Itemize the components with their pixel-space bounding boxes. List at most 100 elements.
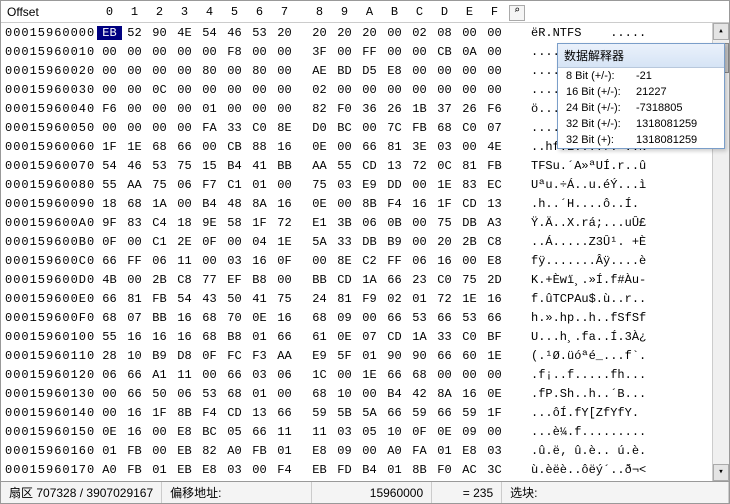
hex-byte[interactable]: 06 [272, 368, 297, 382]
hex-byte[interactable]: 24 [307, 292, 332, 306]
hex-byte[interactable]: C4 [147, 216, 172, 230]
hex-byte[interactable]: 0C [432, 159, 457, 173]
hex-row[interactable]: 0001596009018681A00B4488A160E008BF4161FC… [1, 194, 729, 213]
hex-byte[interactable]: 53 [197, 387, 222, 401]
hex-byte[interactable]: 9F [97, 216, 122, 230]
ascii-cell[interactable]: Uªu.÷Á..u.éÝ...ì [527, 178, 712, 192]
hex-byte[interactable]: 54 [172, 292, 197, 306]
hex-byte[interactable]: CD [222, 406, 247, 420]
hex-byte[interactable]: 00 [197, 140, 222, 154]
hex-byte[interactable]: 00 [122, 64, 147, 78]
hex-byte[interactable]: 11 [307, 425, 332, 439]
ascii-cell[interactable]: ù.èëè..ôëý´..ð¬< [527, 463, 712, 477]
hex-byte[interactable]: 20 [272, 26, 297, 40]
hex-byte[interactable]: 75 [172, 159, 197, 173]
hex-byte[interactable]: 46 [122, 159, 147, 173]
hex-byte[interactable]: 66 [122, 368, 147, 382]
hex-byte[interactable]: 77 [197, 273, 222, 287]
hex-byte[interactable]: 26 [382, 102, 407, 116]
hex-byte[interactable]: AC [457, 463, 482, 477]
hex-byte[interactable]: 01 [247, 387, 272, 401]
hex-byte[interactable]: 55 [332, 159, 357, 173]
hex-byte[interactable]: B4 [197, 197, 222, 211]
hex-row[interactable]: 000159600C066FF06110003160F008EC2FF06160… [1, 251, 729, 270]
hex-byte[interactable]: E8 [307, 444, 332, 458]
hex-byte[interactable]: 66 [272, 330, 297, 344]
hex-byte[interactable]: 00 [382, 83, 407, 97]
hex-byte[interactable]: 75 [457, 273, 482, 287]
hex-byte[interactable]: 00 [432, 64, 457, 78]
ascii-cell[interactable]: ..Á.....Z3Û¹. +È [527, 235, 712, 249]
data-interpreter-panel[interactable]: 数据解释器 8 Bit (+/-):-2116 Bit (+/-):212272… [557, 43, 725, 149]
hex-byte[interactable]: 0E [307, 140, 332, 154]
header-tool[interactable]: ⌕ [507, 3, 527, 21]
hex-byte[interactable]: 0F [197, 349, 222, 363]
hex-byte[interactable]: 00 [332, 45, 357, 59]
hex-byte[interactable]: 00 [457, 368, 482, 382]
hex-byte[interactable]: 0A [457, 45, 482, 59]
hex-byte[interactable]: C2 [357, 254, 382, 268]
hex-byte[interactable]: 75 [432, 216, 457, 230]
hex-byte[interactable]: 00 [407, 178, 432, 192]
hex-byte[interactable]: E8 [172, 425, 197, 439]
hex-byte[interactable]: 42 [407, 387, 432, 401]
hex-byte[interactable]: FA [407, 444, 432, 458]
hex-byte[interactable]: C8 [172, 273, 197, 287]
hex-byte[interactable]: 00 [97, 64, 122, 78]
hex-byte[interactable]: 55 [97, 330, 122, 344]
hex-byte[interactable]: 2B [457, 235, 482, 249]
hex-row[interactable]: 000159601102810B9D80FFCF3AAE95F019090666… [1, 346, 729, 365]
hex-byte[interactable]: 00 [172, 121, 197, 135]
hex-byte[interactable]: 53 [407, 311, 432, 325]
hex-byte[interactable]: 68 [407, 368, 432, 382]
hex-byte[interactable]: 16 [172, 311, 197, 325]
hex-byte[interactable]: BC [332, 121, 357, 135]
hex-byte[interactable]: 02 [307, 83, 332, 97]
hex-byte[interactable]: A0 [97, 463, 122, 477]
hex-byte[interactable]: 58 [222, 216, 247, 230]
hex-byte[interactable]: 1E [457, 292, 482, 306]
hex-byte[interactable]: 00 [97, 45, 122, 59]
hex-byte[interactable]: 68 [307, 311, 332, 325]
hex-byte[interactable]: 00 [272, 64, 297, 78]
hex-byte[interactable]: BC [197, 425, 222, 439]
hex-byte[interactable]: 75 [147, 178, 172, 192]
hex-byte[interactable]: 90 [147, 26, 172, 40]
hex-byte[interactable]: 11 [172, 368, 197, 382]
hex-byte[interactable]: BB [307, 273, 332, 287]
hex-byte[interactable]: 66 [482, 311, 507, 325]
hex-byte[interactable]: 16 [272, 197, 297, 211]
hex-byte[interactable]: 00 [357, 444, 382, 458]
hex-byte[interactable]: A0 [222, 444, 247, 458]
hex-byte[interactable]: EB [97, 26, 122, 40]
hex-byte[interactable]: 60 [457, 349, 482, 363]
hex-byte[interactable]: 00 [332, 83, 357, 97]
hex-row[interactable]: 000159600D04B002BC877EFB800BBCD1A6623C07… [1, 270, 729, 289]
ascii-cell[interactable]: U...h¸.fa..Í.3À¿ [527, 330, 712, 344]
hex-byte[interactable]: 37 [432, 102, 457, 116]
hex-byte[interactable]: 9E [197, 216, 222, 230]
hex-byte[interactable]: 00 [332, 197, 357, 211]
hex-byte[interactable]: 16 [122, 406, 147, 420]
hex-byte[interactable]: 00 [147, 64, 172, 78]
hex-byte[interactable]: 66 [247, 425, 272, 439]
hex-byte[interactable]: 00 [147, 121, 172, 135]
hex-byte[interactable]: 82 [197, 444, 222, 458]
hex-byte[interactable]: 59 [307, 406, 332, 420]
hex-byte[interactable]: 28 [97, 349, 122, 363]
scroll-up-button[interactable]: ▴ [713, 23, 729, 40]
hex-byte[interactable]: 72 [407, 159, 432, 173]
hex-byte[interactable]: 00 [482, 45, 507, 59]
hex-byte[interactable]: D0 [307, 121, 332, 135]
hex-byte[interactable]: 46 [222, 26, 247, 40]
hex-byte[interactable]: 16 [432, 254, 457, 268]
hex-byte[interactable]: 18 [172, 216, 197, 230]
hex-byte[interactable]: 00 [272, 178, 297, 192]
ascii-cell[interactable]: ...è¼.f......... [527, 425, 712, 439]
hex-byte[interactable]: 00 [357, 83, 382, 97]
hex-byte[interactable]: 54 [97, 159, 122, 173]
hex-byte[interactable]: 00 [272, 45, 297, 59]
hex-byte[interactable]: 00 [247, 463, 272, 477]
hex-byte[interactable]: 66 [97, 254, 122, 268]
hex-row[interactable]: 00015960000EB52904E544653202020200002080… [1, 23, 729, 42]
